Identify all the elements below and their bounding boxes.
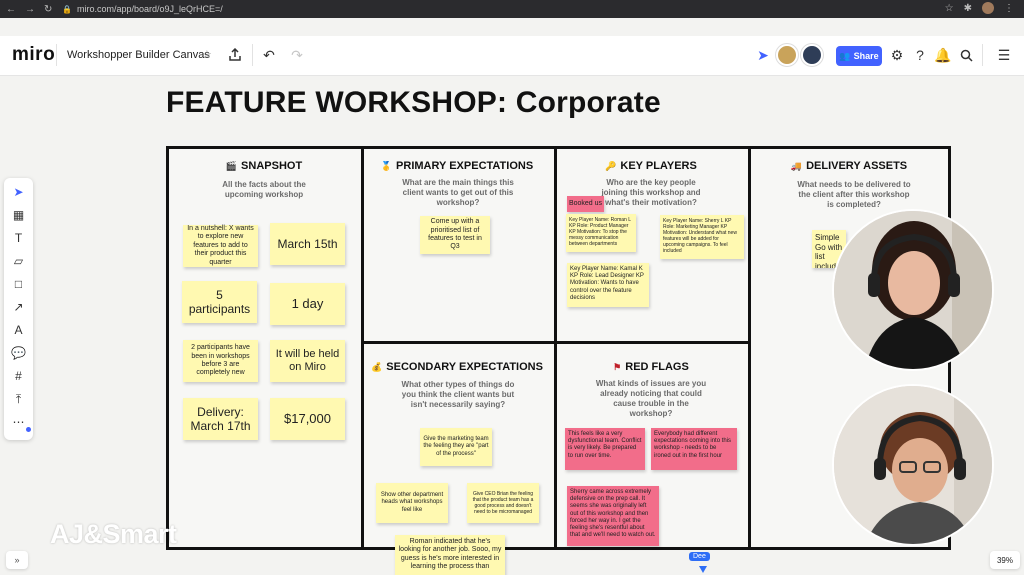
pen-tool-icon[interactable]: A xyxy=(10,322,28,338)
sticky-note[interactable]: Key Player Name: Roman L KP Role: Produc… xyxy=(566,214,636,252)
sticky-note-red-flag[interactable]: This feels like a very dysfunctional tea… xyxy=(565,428,645,470)
sticky-note[interactable]: 2 participants have been in workshops be… xyxy=(183,340,258,382)
sticky-note[interactable]: Key Player Name: Kamal K KP Role: Lead D… xyxy=(567,263,649,307)
cursor-follow-icon[interactable]: ➤ xyxy=(752,44,774,66)
section-title-primary-expectations[interactable]: 🥇 PRIMARY EXPECTATIONS xyxy=(362,160,552,172)
video-participant-1[interactable] xyxy=(832,209,994,371)
sticky-note-red-flag[interactable]: Sherry came across extremely defensive o… xyxy=(567,486,659,546)
comment-tool-icon[interactable]: 💬 xyxy=(10,345,28,361)
section-subtitle-delivery-assets: What needs to be delivered to the client… xyxy=(797,180,911,209)
sticky-note[interactable]: Come up with a prioritised list of featu… xyxy=(420,216,490,254)
grid-line xyxy=(361,341,751,344)
red-flag-icon: ⚑ xyxy=(613,362,622,372)
forward-icon[interactable]: → xyxy=(25,4,35,15)
address-bar[interactable]: 🔒 miro.com/app/board/o9J_leQrHCE=/ xyxy=(62,4,223,14)
clapper-icon: 🎬 xyxy=(225,161,238,171)
divider xyxy=(982,44,983,66)
grid-line xyxy=(361,149,364,547)
sticky-note-red-flag[interactable]: Everybody had different expectations com… xyxy=(651,428,737,470)
canvas-title[interactable]: FEATURE WORKSHOP: Corporate xyxy=(166,86,661,120)
collaborator-cursor-label: Dee xyxy=(689,552,710,561)
frame-tool-icon[interactable]: # xyxy=(10,368,28,384)
section-title-red-flags[interactable]: ⚑ RED FLAGS xyxy=(556,361,746,373)
section-subtitle-secondary-expectations: What other types of things do you think … xyxy=(401,380,515,409)
sticky-note[interactable]: Delivery: March 17th xyxy=(183,398,258,440)
notification-dot xyxy=(25,427,31,432)
undo-icon[interactable]: ↶ xyxy=(258,44,280,66)
aj-smart-watermark: AJ&Smart xyxy=(50,519,177,549)
arrow-tool-icon[interactable]: ↗ xyxy=(10,299,28,315)
participant-portrait xyxy=(834,386,992,544)
left-toolbar: ➤ ▦ T ▱ □ ↗ A 💬 # ⤒ ⋯ xyxy=(4,178,33,440)
sticky-note[interactable]: 5 participants xyxy=(182,281,257,323)
divider xyxy=(56,44,57,66)
section-subtitle-primary-expectations: What are the main things this client wan… xyxy=(402,178,514,207)
sticky-note-icon[interactable]: ▱ xyxy=(10,253,28,269)
notes-panel-icon[interactable]: ☰ xyxy=(993,44,1015,66)
miro-topbar: miro Workshopper Builder Canvas ☆ ↶ ↷ ➤ … xyxy=(0,36,1024,76)
miro-logo[interactable]: miro xyxy=(12,44,55,66)
sticky-note[interactable]: 1 day xyxy=(270,283,345,325)
expand-panel-button[interactable]: » xyxy=(6,551,28,569)
profile-avatar[interactable] xyxy=(982,2,994,14)
section-title-delivery-assets[interactable]: 🚚 DELIVERY ASSETS xyxy=(750,160,948,172)
sticky-note[interactable]: Key Player Name: Sherry L KP Role: Marke… xyxy=(660,215,744,259)
export-icon[interactable] xyxy=(224,44,246,66)
section-subtitle-key-players: Who are the key people joining this work… xyxy=(601,178,701,207)
back-icon[interactable]: ← xyxy=(6,4,16,15)
divider xyxy=(252,44,253,66)
browser-nav: ← → ↻ xyxy=(0,4,60,15)
sticky-note[interactable]: Show other department heads what worksho… xyxy=(376,483,448,523)
grid-line xyxy=(748,149,751,547)
browser-menu-icon[interactable]: ⋮ xyxy=(1004,3,1014,14)
browser-actions: ☆ ✱ ⋮ xyxy=(945,2,1014,14)
upload-icon[interactable]: ⤒ xyxy=(10,391,28,407)
truck-icon: 🚚 xyxy=(790,161,803,171)
browser-bar: ← → ↻ 🔒 miro.com/app/board/o9J_leQrHCE=/… xyxy=(0,0,1024,18)
more-tools-icon[interactable]: ⋯ xyxy=(10,414,31,432)
redo-icon[interactable]: ↷ xyxy=(286,44,308,66)
bookmark-star-icon[interactable]: ☆ xyxy=(945,3,954,14)
sticky-note[interactable]: $17,000 xyxy=(270,398,345,440)
sticky-note[interactable]: In a nutshell: X wants to explore new fe… xyxy=(183,225,258,267)
help-icon[interactable]: ? xyxy=(909,44,931,66)
grid-line xyxy=(554,149,557,547)
settings-sliders-icon[interactable]: ⚙ xyxy=(886,44,908,66)
section-subtitle-snapshot: All the facts about the upcoming worksho… xyxy=(222,180,306,199)
templates-icon[interactable]: ▦ xyxy=(10,207,28,223)
text-tool-icon[interactable]: T xyxy=(10,230,28,246)
section-title-secondary-expectations[interactable]: 💰 SECONDARY EXPECTATIONS xyxy=(362,361,552,373)
sticky-note[interactable]: Give CEO Brian the feeling that the prod… xyxy=(467,483,539,523)
sticky-note[interactable]: March 15th xyxy=(270,223,345,265)
sticky-note[interactable]: Give the marketing team the feeling they… xyxy=(420,428,492,466)
board-name[interactable]: Workshopper Builder Canvas xyxy=(67,49,210,61)
sticky-note[interactable]: It will be held on Miro xyxy=(270,340,345,382)
section-title-snapshot[interactable]: 🎬 SNAPSHOT xyxy=(172,160,356,172)
favorite-star-icon[interactable]: ☆ xyxy=(202,48,212,61)
notifications-bell-icon[interactable]: 🔔 xyxy=(932,44,954,66)
collaborator-avatar[interactable] xyxy=(776,44,798,66)
participant-portrait xyxy=(834,211,992,369)
key-icon: 🔑 xyxy=(605,161,617,171)
sticky-note[interactable]: Roman indicated that he's looking for an… xyxy=(395,535,505,575)
select-tool-icon[interactable]: ➤ xyxy=(10,184,28,200)
booked-us-label[interactable]: Booked us xyxy=(567,196,604,212)
lock-icon: 🔒 xyxy=(62,4,72,14)
search-icon[interactable] xyxy=(955,44,977,66)
extensions-icon[interactable]: ✱ xyxy=(964,3,972,14)
video-participant-2[interactable] xyxy=(832,384,994,546)
url-text: miro.com/app/board/o9J_leQrHCE=/ xyxy=(76,4,223,14)
section-title-key-players[interactable]: 🔑 KEY PLAYERS xyxy=(556,160,746,172)
share-button[interactable]: 👥 Share xyxy=(836,46,882,66)
section-subtitle-red-flags: What kinds of issues are you already not… xyxy=(595,379,707,418)
zoom-level[interactable]: 39% xyxy=(990,551,1020,569)
collaborator-avatar[interactable] xyxy=(801,44,823,66)
reload-icon[interactable]: ↻ xyxy=(44,4,52,15)
shape-tool-icon[interactable]: □ xyxy=(10,276,28,292)
collaborator-cursor-icon xyxy=(699,566,707,573)
users-icon: 👥 xyxy=(839,50,851,61)
bag-icon: 💰 xyxy=(371,362,383,372)
medal-icon: 🥇 xyxy=(380,161,393,171)
